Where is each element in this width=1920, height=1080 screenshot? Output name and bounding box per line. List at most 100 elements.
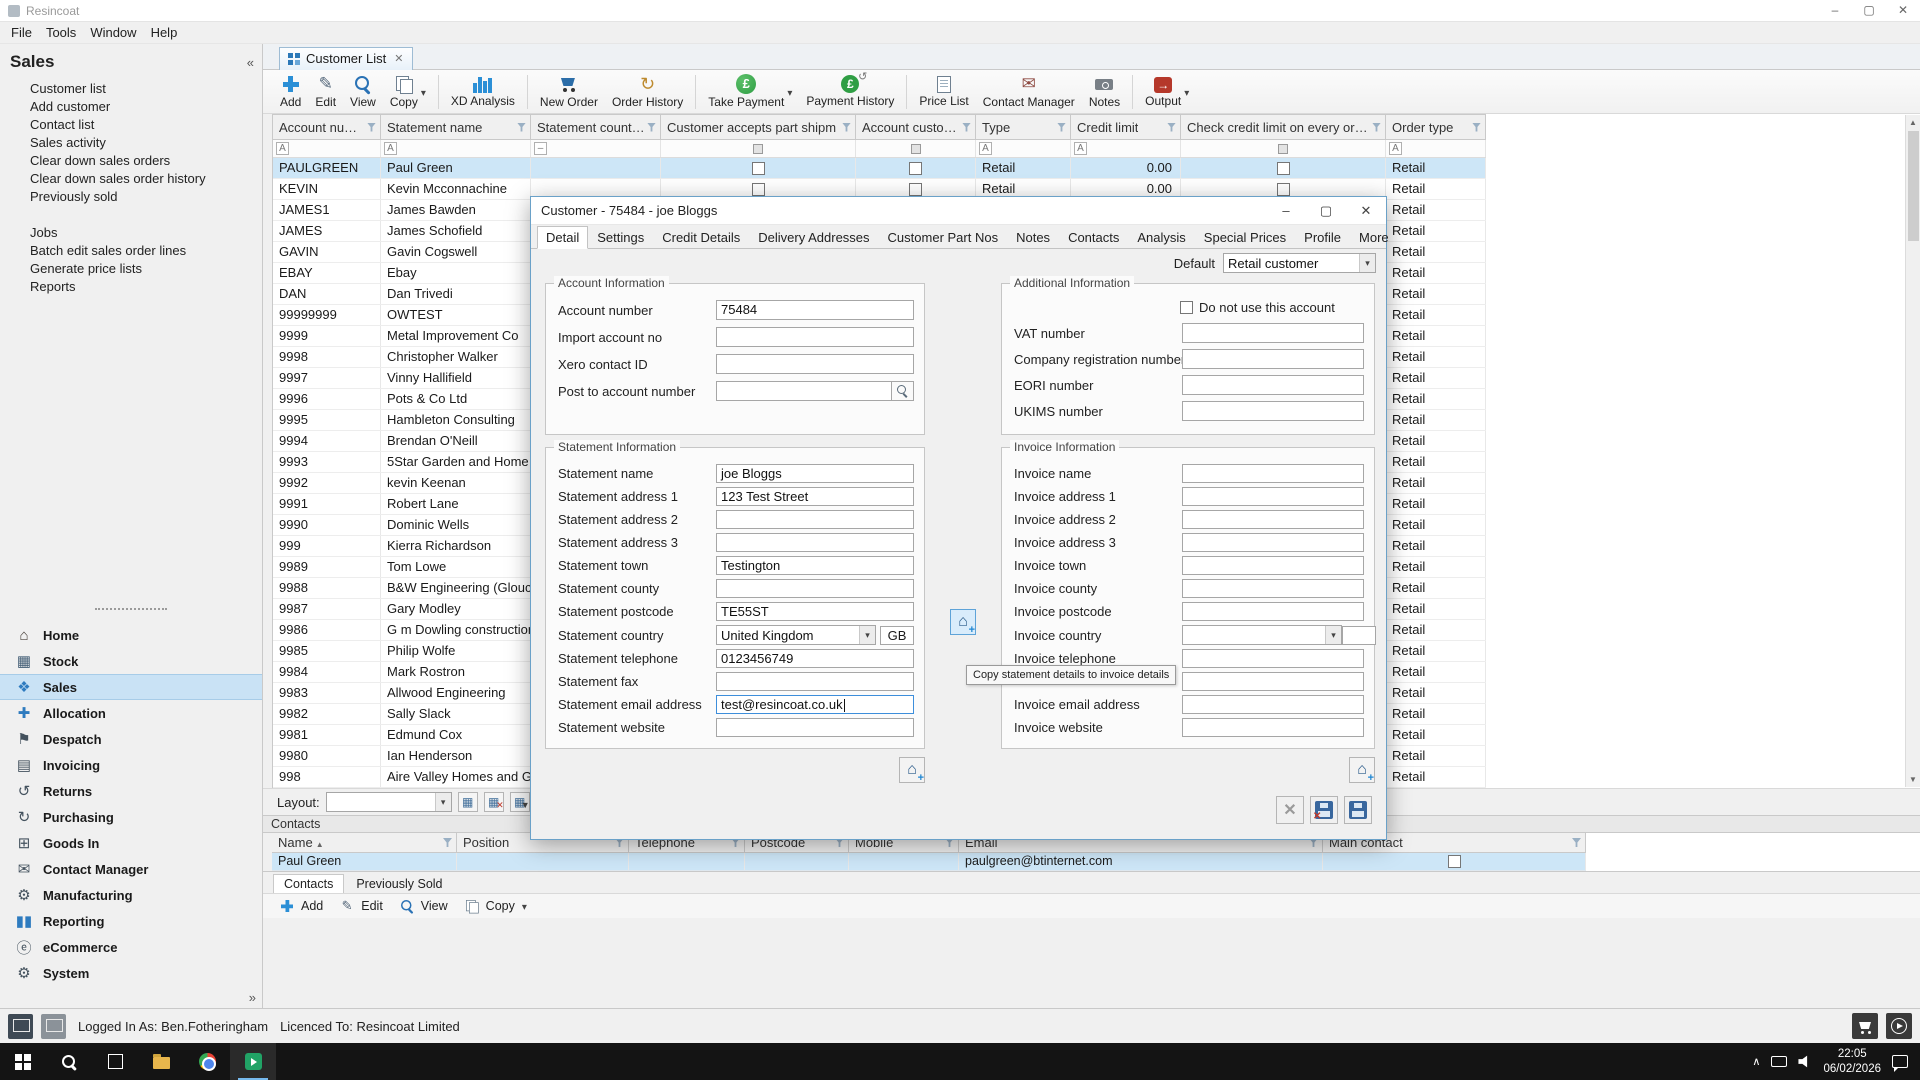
filter-icon[interactable]	[842, 123, 851, 132]
cancel-button[interactable]: ✕	[1276, 796, 1304, 824]
column-header-type[interactable]: Type	[976, 115, 1071, 139]
save-button[interactable]	[1344, 796, 1372, 824]
chevron-down-icon[interactable]	[421, 84, 426, 99]
run-button[interactable]	[1886, 1013, 1912, 1039]
invoice-website-input[interactable]	[1182, 718, 1364, 737]
chevron-down-icon[interactable]	[522, 899, 527, 913]
close-button[interactable]: ✕	[1886, 0, 1920, 21]
invoice-country-select[interactable]	[1182, 625, 1342, 645]
filter-icon[interactable]	[443, 838, 452, 847]
new-order-button[interactable]: New Order	[533, 72, 605, 112]
vat-number-input[interactable]	[1182, 323, 1364, 343]
statement-name-input[interactable]: joe Bloggs	[716, 464, 914, 483]
eori-number-input[interactable]	[1182, 375, 1364, 395]
display-icon[interactable]	[41, 1014, 66, 1039]
filter-cell-account-numb[interactable]: A	[273, 140, 381, 157]
take-payment-button[interactable]: £Take Payment	[701, 72, 799, 112]
dialog-tab-settings[interactable]: Settings	[588, 226, 653, 249]
sidebar-collapse-icon[interactable]: «	[247, 55, 254, 70]
output-button[interactable]: →Output	[1138, 72, 1196, 112]
sidebar-nav-home[interactable]: ⌂Home	[0, 622, 262, 648]
layout-options-button[interactable]: ▦▼	[510, 792, 530, 812]
sidebar-item-reports[interactable]: Reports	[0, 278, 262, 296]
table-row[interactable]: PAULGREENPaul GreenRetail0.00Retail	[273, 158, 1486, 179]
filter-cell-type[interactable]: A	[976, 140, 1071, 157]
start-button[interactable]	[0, 1043, 46, 1080]
invoice-address-3-input[interactable]	[1182, 533, 1364, 552]
sidebar-nav-contact-manager[interactable]: ✉Contact Manager	[0, 856, 262, 882]
column-header-order-type[interactable]: Order type	[1386, 115, 1486, 139]
statement-county-input[interactable]	[716, 579, 914, 598]
layout-combo[interactable]	[326, 792, 452, 812]
invoice-postcode-input[interactable]	[1182, 602, 1364, 621]
xero-contact-id-input[interactable]	[716, 354, 914, 374]
filter-icon[interactable]	[647, 123, 656, 132]
grid-scrollbar[interactable]: ▲ ▼	[1905, 115, 1920, 787]
add-button[interactable]: Add	[273, 72, 308, 112]
contact-manager-button[interactable]: ✉Contact Manager	[976, 72, 1082, 112]
save-close-button[interactable]: ✕	[1310, 796, 1338, 824]
notes-button[interactable]: Notes	[1082, 72, 1127, 112]
column-header-statement-name[interactable]: Statement name	[381, 115, 531, 139]
sidebar-nav-purchasing[interactable]: ↻Purchasing	[0, 804, 262, 830]
statement-address-1-input[interactable]: 123 Test Street	[716, 487, 914, 506]
scroll-thumb[interactable]	[1908, 131, 1919, 241]
filter-cell-account-customer[interactable]	[856, 140, 976, 157]
statement-country-code-box[interactable]: GB	[880, 626, 914, 645]
bottom-tab-contacts[interactable]: Contacts	[273, 874, 344, 893]
tray-expand-icon[interactable]: ∧	[1752, 1055, 1760, 1068]
chevron-down-icon[interactable]	[787, 84, 792, 99]
dialog-tab-special-prices[interactable]: Special Prices	[1195, 226, 1295, 249]
statement-country-select[interactable]: United Kingdom	[716, 625, 876, 645]
checkbox-unchecked[interactable]	[752, 183, 765, 196]
statement-address-2-input[interactable]	[716, 510, 914, 529]
edit-button[interactable]: ✎Edit	[308, 72, 343, 112]
filter-cell-customer-accepts-part-shipm[interactable]	[661, 140, 856, 157]
checkbox-unchecked[interactable]	[1448, 855, 1461, 868]
statement-fax-input[interactable]	[716, 672, 914, 691]
file-explorer-button[interactable]	[138, 1043, 184, 1080]
sidebar-nav-manufacturing[interactable]: ⚙Manufacturing	[0, 882, 262, 908]
dialog-close-button[interactable]: ✕	[1346, 197, 1386, 224]
filter-icon[interactable]	[1057, 123, 1066, 132]
filter-cell-order-type[interactable]: A	[1386, 140, 1486, 157]
chevron-down-icon[interactable]	[1325, 626, 1341, 644]
invoice-telephone-input[interactable]	[1182, 649, 1364, 668]
sidebar-expand-icon[interactable]: »	[249, 990, 256, 1005]
tab-customer-list[interactable]: Customer List ✕	[279, 47, 413, 70]
chevron-down-icon[interactable]	[859, 626, 875, 644]
statement-postcode-input[interactable]: TE55ST	[716, 602, 914, 621]
sidebar-item-customer-list[interactable]: Customer list	[0, 80, 262, 98]
sidebar-item-generate-price-lists[interactable]: Generate price lists	[0, 260, 262, 278]
copy-invoice-address-button[interactable]: ⌂+	[1349, 757, 1375, 783]
bottom-tab-previously-sold[interactable]: Previously Sold	[346, 875, 452, 893]
notifications-icon[interactable]	[1892, 1055, 1908, 1068]
dialog-tab-customer-part-nos[interactable]: Customer Part Nos	[879, 226, 1008, 249]
view-button[interactable]: View	[397, 896, 448, 916]
dialog-minimize-button[interactable]: –	[1266, 197, 1306, 224]
layout-delete-button[interactable]: ▦✕	[484, 792, 504, 812]
sidebar-item-batch-edit-sales-order-lines[interactable]: Batch edit sales order lines	[0, 242, 262, 260]
sidebar-item-contact-list[interactable]: Contact list	[0, 116, 262, 134]
contact-row[interactable]: Paul Greenpaulgreen@btinternet.com	[272, 853, 1586, 871]
edit-button[interactable]: ✎Edit	[337, 896, 383, 916]
copy-statement-to-invoice-button[interactable]: ⌂+	[950, 609, 976, 635]
filter-icon[interactable]	[1572, 838, 1581, 847]
keyboard-icon[interactable]	[1771, 1056, 1787, 1067]
sidebar-nav-stock[interactable]: ▦Stock	[0, 648, 262, 674]
view-button[interactable]: View	[343, 72, 383, 112]
scroll-down-icon[interactable]: ▼	[1906, 772, 1920, 787]
add-button[interactable]: Add	[277, 896, 323, 916]
copy-button[interactable]: Copy	[462, 896, 527, 916]
sidebar-item-previously-sold[interactable]: Previously sold	[0, 188, 262, 206]
post-to-account-number-input[interactable]	[716, 381, 892, 401]
basket-button[interactable]	[1852, 1013, 1878, 1039]
sidebar-item-clear-down-sales-orders[interactable]: Clear down sales orders	[0, 152, 262, 170]
field-input[interactable]	[1182, 672, 1364, 691]
ukims-number-input[interactable]	[1182, 401, 1364, 421]
price-list-button[interactable]: Price List	[912, 72, 975, 112]
column-header-credit-limit[interactable]: Credit limit	[1071, 115, 1181, 139]
invoice-address-2-input[interactable]	[1182, 510, 1364, 529]
company-registration-number-input[interactable]	[1182, 349, 1364, 369]
filter-icon[interactable]	[367, 123, 376, 132]
